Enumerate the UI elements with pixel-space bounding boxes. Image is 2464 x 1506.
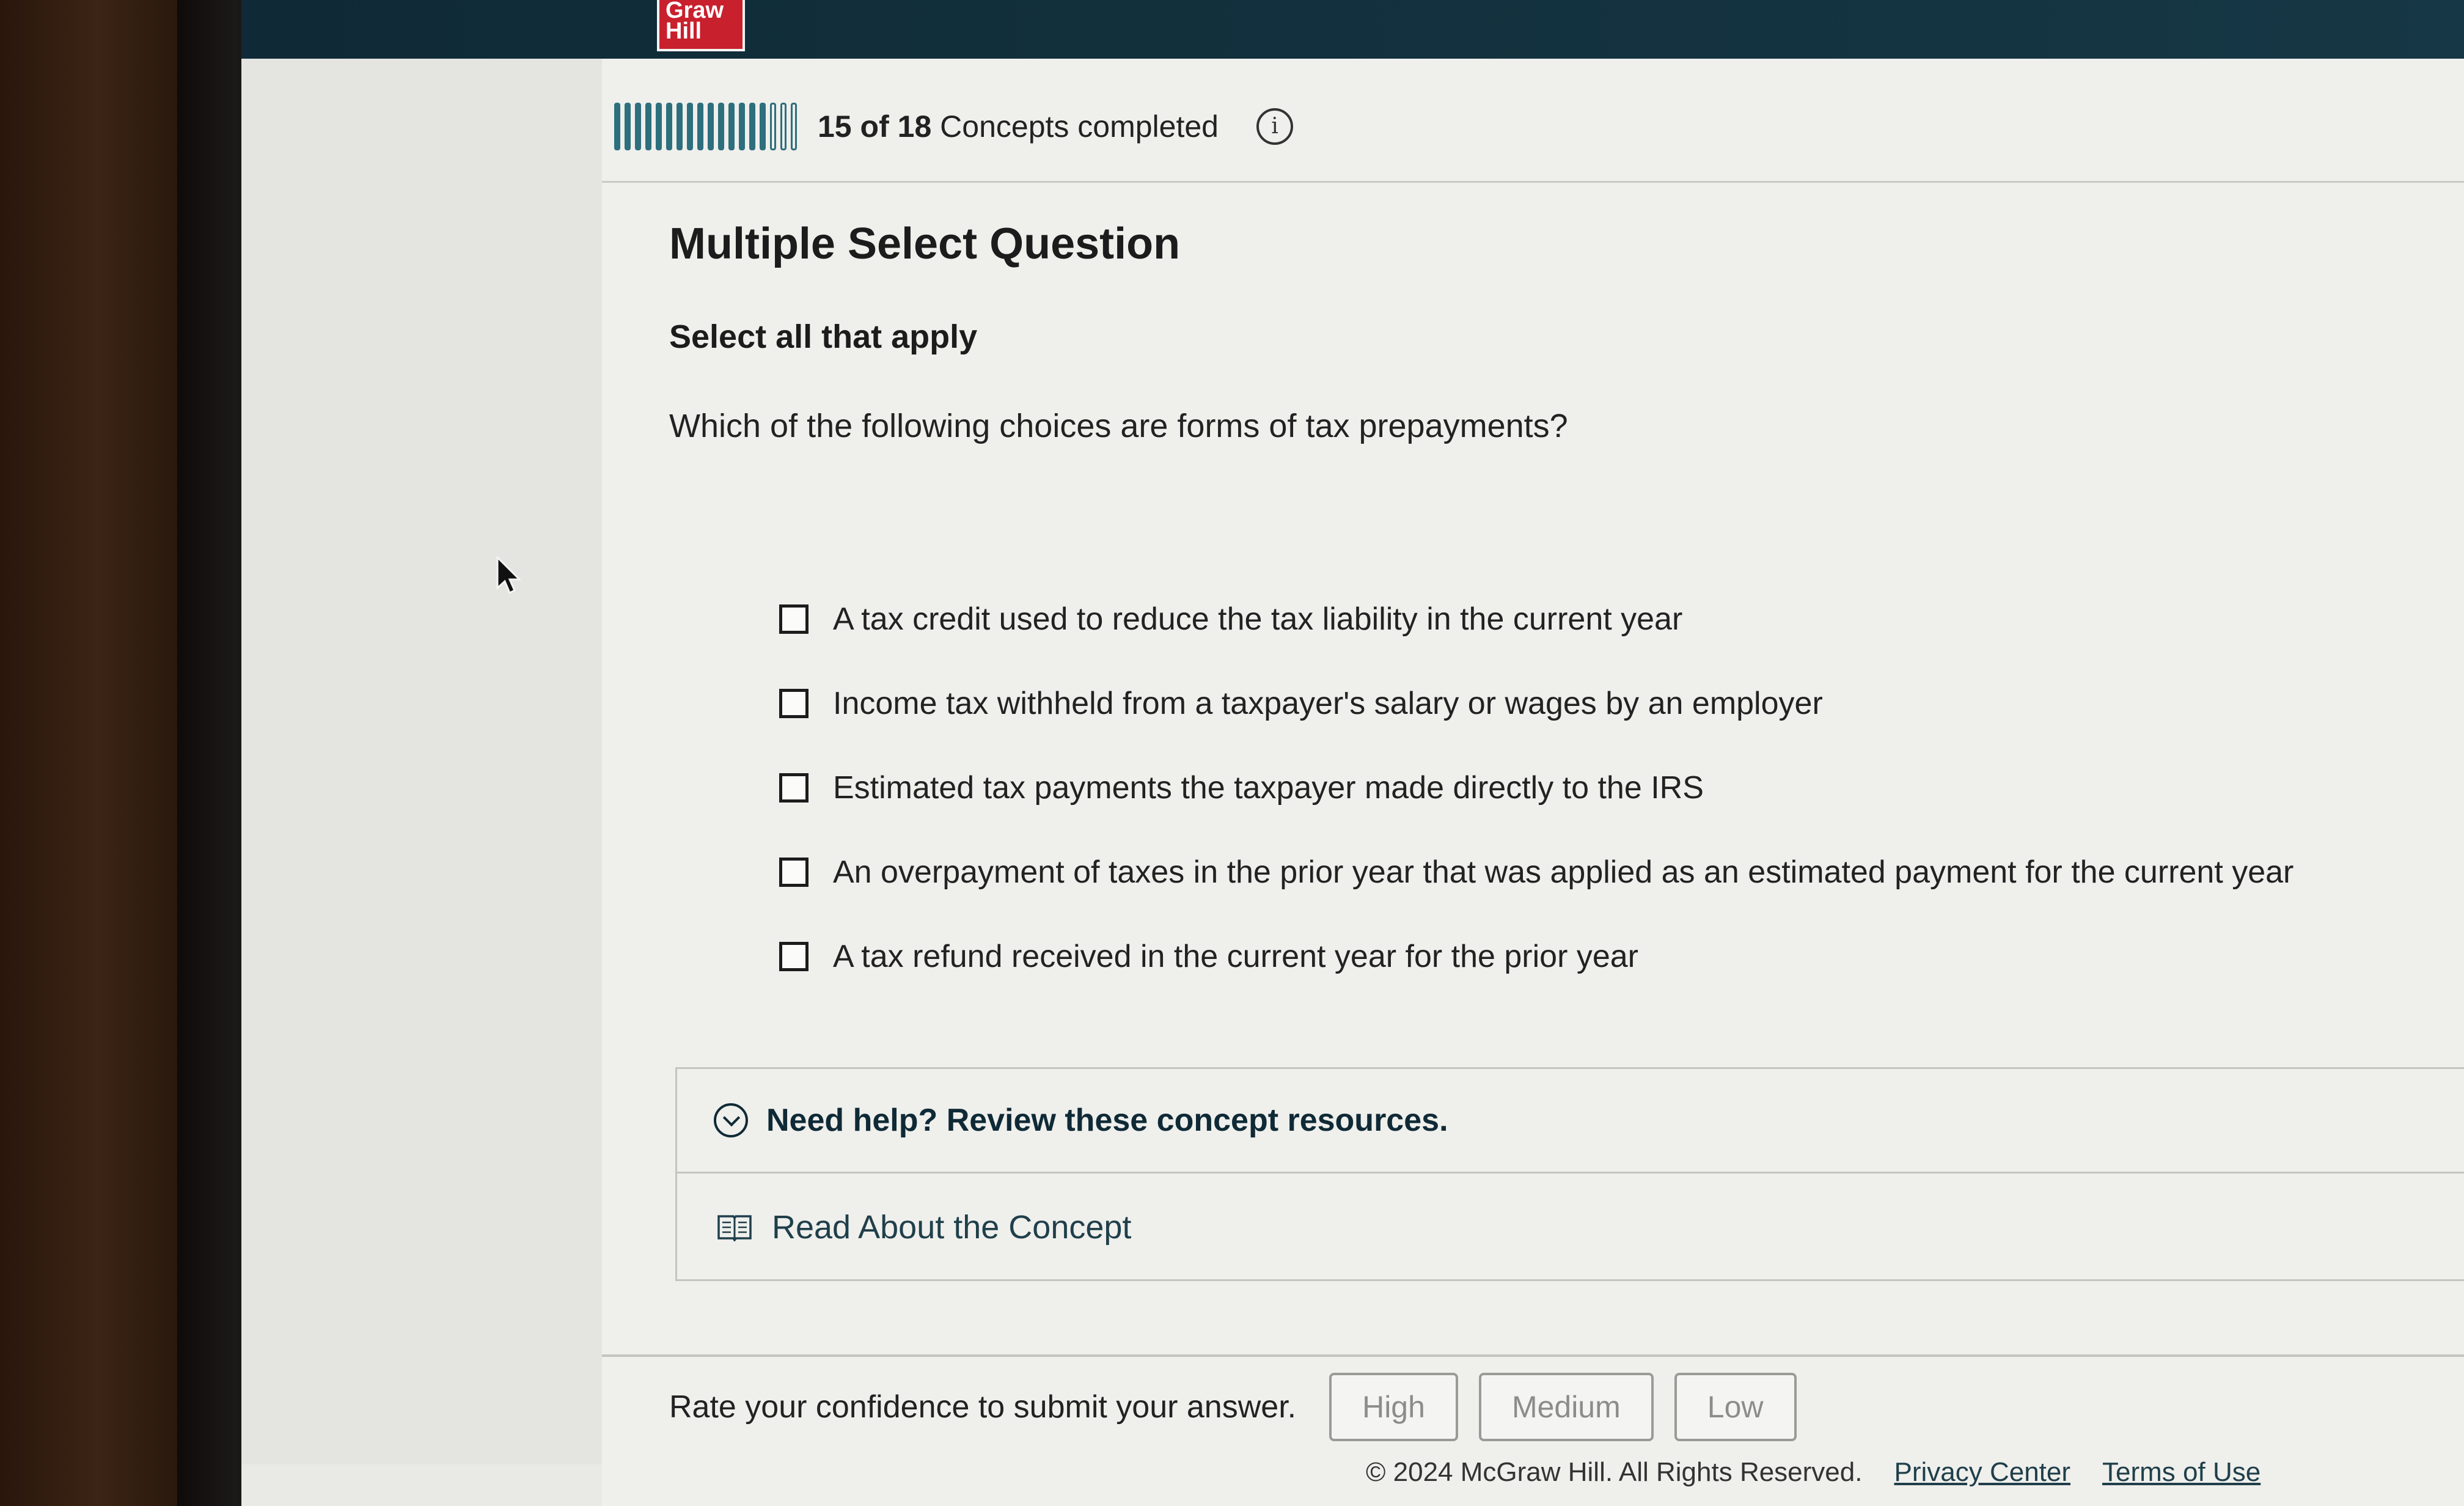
mcgraw-hill-logo: Graw Hill bbox=[657, 0, 745, 51]
progress-segment-filled bbox=[656, 103, 662, 150]
high-confidence-button[interactable]: High bbox=[1329, 1373, 1458, 1441]
question-type-heading: Multiple Select Question bbox=[669, 219, 1181, 268]
choice-5-checkbox[interactable] bbox=[779, 942, 809, 971]
progress-segment-empty bbox=[780, 103, 787, 150]
mouse-pointer-icon bbox=[496, 556, 521, 595]
progress-text: 15 of 18 Concepts completed bbox=[818, 109, 1219, 144]
concept-resources-title[interactable]: Need help? Review these concept resource… bbox=[766, 1102, 1448, 1139]
progress-segment-empty bbox=[770, 103, 776, 150]
main-content: 15 of 18 Concepts completed i Multiple S… bbox=[602, 59, 2464, 1506]
terms-of-use-link[interactable]: Terms of Use bbox=[2102, 1457, 2260, 1488]
progress-segment-filled bbox=[718, 103, 724, 150]
logo-line-1: Graw bbox=[666, 0, 724, 23]
answer-choices: A tax credit used to reduce the tax liab… bbox=[779, 577, 2454, 999]
left-panel bbox=[241, 59, 602, 1464]
choice-3-checkbox[interactable] bbox=[779, 773, 809, 803]
confidence-row: Rate your confidence to submit your answ… bbox=[669, 1364, 1817, 1450]
chevron-down-icon[interactable] bbox=[714, 1103, 748, 1137]
choice-2[interactable]: Income tax withheld from a taxpayer's sa… bbox=[779, 661, 2454, 746]
progress-segment-filled bbox=[625, 103, 631, 150]
progress-segment-filled bbox=[614, 103, 620, 150]
read-about-concept-link[interactable]: Read About the Concept bbox=[677, 1174, 2464, 1281]
medium-confidence-button[interactable]: Medium bbox=[1478, 1373, 1654, 1441]
logo-line-2: Hill bbox=[666, 18, 702, 44]
progress-segment-filled bbox=[749, 103, 755, 150]
choice-4-checkbox[interactable] bbox=[779, 858, 809, 887]
copyright-text: © 2024 McGraw Hill. All Rights Reserved. bbox=[1366, 1457, 1863, 1487]
progress-segment-filled bbox=[676, 103, 683, 150]
read-about-concept-label[interactable]: Read About the Concept bbox=[772, 1208, 1131, 1246]
choice-5-label[interactable]: A tax refund received in the current yea… bbox=[833, 938, 1638, 975]
concept-resources-panel: Need help? Review these concept resource… bbox=[675, 1067, 2464, 1281]
choice-5[interactable]: A tax refund received in the current yea… bbox=[779, 914, 2454, 999]
progress-segment-filled bbox=[708, 103, 714, 150]
total-count: 18 bbox=[897, 109, 932, 144]
choice-4[interactable]: An overpayment of taxes in the prior yea… bbox=[779, 830, 2454, 914]
app-screen: Graw Hill 15 of 18 Concepts completed i … bbox=[241, 0, 2464, 1506]
progress-bar bbox=[614, 103, 797, 150]
privacy-center-link[interactable]: Privacy Center bbox=[1894, 1457, 2070, 1488]
header-divider bbox=[602, 181, 2464, 183]
choice-4-label[interactable]: An overpayment of taxes in the prior yea… bbox=[833, 854, 2294, 891]
book-icon bbox=[717, 1213, 752, 1241]
progress-suffix: Concepts completed bbox=[940, 109, 1219, 144]
choice-2-checkbox[interactable] bbox=[779, 689, 809, 718]
choice-3-label[interactable]: Estimated tax payments the taxpayer made… bbox=[833, 770, 1704, 806]
progress-segment-filled bbox=[666, 103, 672, 150]
choice-3[interactable]: Estimated tax payments the taxpayer made… bbox=[779, 746, 2454, 830]
progress-segment-filled bbox=[687, 103, 693, 150]
completed-count: 15 bbox=[818, 109, 852, 144]
low-confidence-button[interactable]: Low bbox=[1674, 1373, 1797, 1441]
choice-1[interactable]: A tax credit used to reduce the tax liab… bbox=[779, 577, 2454, 661]
top-navigation-bar: Graw Hill bbox=[241, 0, 2464, 59]
progress-segment-filled bbox=[739, 103, 745, 150]
question-instruction: Select all that apply bbox=[669, 318, 978, 355]
choice-1-checkbox[interactable] bbox=[779, 604, 809, 634]
question-prompt: Which of the following choices are forms… bbox=[669, 408, 1568, 444]
choice-1-label[interactable]: A tax credit used to reduce the tax liab… bbox=[833, 601, 1682, 637]
confidence-prompt: Rate your confidence to submit your answ… bbox=[669, 1389, 1297, 1425]
progress-segment-filled bbox=[728, 103, 735, 150]
progress-header: 15 of 18 Concepts completed i bbox=[614, 99, 1293, 154]
footer-divider bbox=[602, 1354, 2464, 1357]
progress-segment-filled bbox=[645, 103, 651, 150]
concept-resources-toggle[interactable]: Need help? Review these concept resource… bbox=[677, 1069, 2464, 1174]
progress-segment-filled bbox=[697, 103, 703, 150]
progress-of-word: of bbox=[860, 109, 889, 144]
info-icon[interactable]: i bbox=[1256, 108, 1293, 145]
progress-segment-filled bbox=[635, 103, 641, 150]
page-footer: © 2024 McGraw Hill. All Rights Reserved.… bbox=[1366, 1457, 2292, 1488]
progress-segment-filled bbox=[760, 103, 766, 150]
progress-segment-empty bbox=[791, 103, 797, 150]
choice-2-label[interactable]: Income tax withheld from a taxpayer's sa… bbox=[833, 685, 1823, 722]
